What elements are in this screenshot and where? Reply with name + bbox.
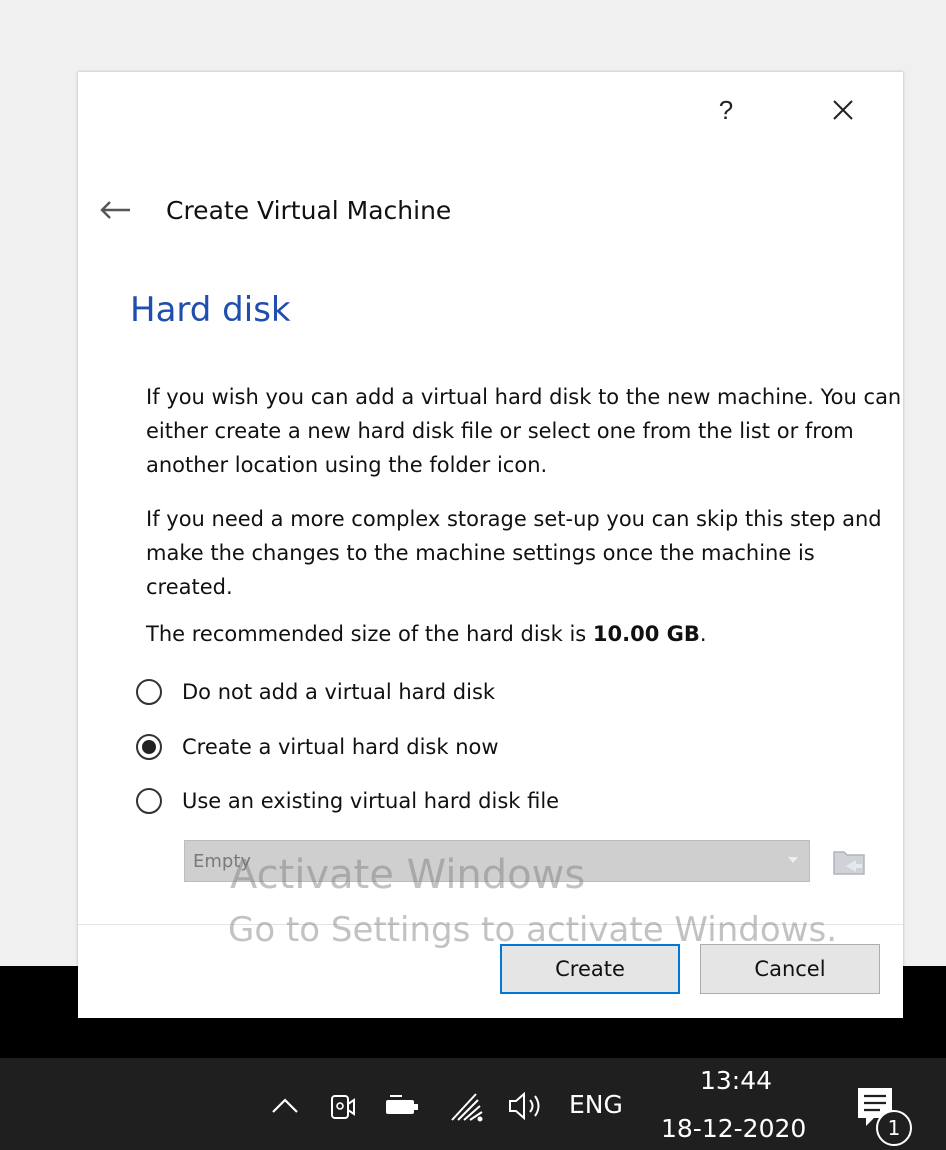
chevron-up-icon[interactable] [268,1086,302,1126]
input-language[interactable]: ENG [569,1090,623,1119]
clock-date[interactable]: 18-12-2020 [661,1114,806,1143]
help-button[interactable]: ? [706,90,746,130]
radio-label: Create a virtual hard disk now [182,735,499,759]
disk-file-select-value: Empty [193,850,252,872]
radio-no-disk[interactable]: Do not add a virtual hard disk [136,675,495,709]
recommended-size-text: The recommended size of the hard disk is… [146,617,906,651]
create-button[interactable]: Create [500,944,680,994]
radio-button[interactable] [136,788,162,814]
page-title: Hard disk [130,290,291,330]
radio-label: Use an existing virtual hard disk file [182,789,560,813]
radio-button[interactable] [136,734,162,760]
meet-now-icon[interactable] [326,1086,360,1126]
notification-count-badge: 1 [876,1110,912,1146]
radio-create-disk[interactable]: Create a virtual hard disk now [136,730,499,764]
recommended-prefix: The recommended size of the hard disk is [146,622,593,646]
create-vm-dialog: ? Create Virtual Machine Hard disk If yo… [78,72,903,1018]
radio-label: Do not add a virtual hard disk [182,680,496,704]
clock-time[interactable]: 13:44 [700,1066,772,1095]
recommended-suffix: . [699,622,707,646]
back-arrow-icon[interactable] [98,198,132,222]
close-button[interactable] [823,90,863,130]
close-icon [833,100,853,120]
description-paragraph-1: If you wish you can add a virtual hard d… [146,385,902,477]
battery-icon[interactable] [382,1086,422,1126]
radio-existing-disk[interactable]: Use an existing virtual hard disk file [136,784,559,818]
disk-file-select[interactable]: Empty [184,840,810,882]
radio-button[interactable] [136,679,162,705]
chevron-down-icon [788,857,798,863]
folder-icon[interactable] [830,844,870,878]
wifi-icon[interactable] [446,1086,486,1126]
volume-icon[interactable] [504,1086,548,1126]
footer-divider [78,924,903,925]
cancel-button[interactable]: Cancel [700,944,880,994]
description-paragraph-2: If you need a more complex storage set-u… [146,507,882,599]
recommended-size: 10.00 GB [592,622,700,646]
wizard-title: Create Virtual Machine [166,195,452,225]
wizard-header: Create Virtual Machine [98,190,451,230]
